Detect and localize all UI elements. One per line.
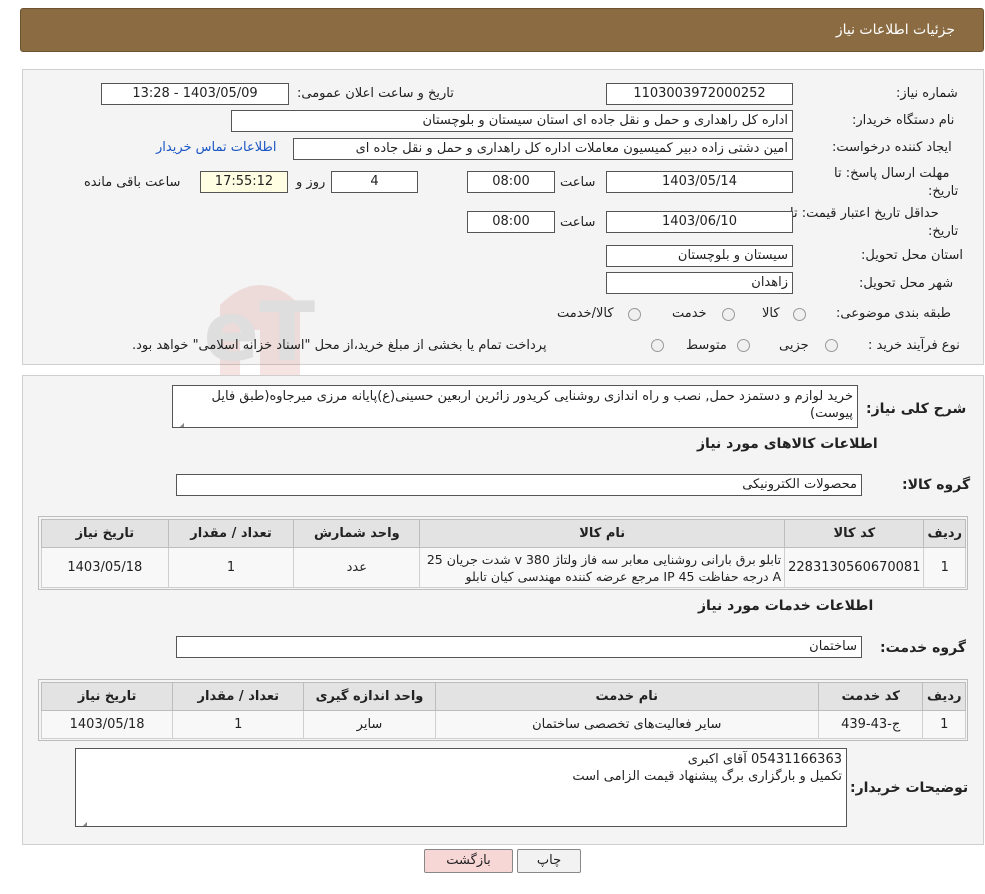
services-cell-date: 1403/05/18 <box>40 710 174 739</box>
services-cell-row: 1 <box>922 710 966 739</box>
city-field: زاهدان <box>606 272 793 294</box>
services-col-row: ردیف <box>922 682 966 711</box>
goods-group-field: محصولات الکترونیکی <box>176 474 862 496</box>
announce-label: تاریخ و ساعت اعلان عمومی: <box>297 86 454 101</box>
goods-section-title: اطلاعات کالاهای مورد نیاز <box>697 436 878 452</box>
validity-time-field: 08:00 <box>467 211 555 233</box>
goods-col-name: نام کالا <box>419 519 786 548</box>
services-cell-code: ج-43-439 <box>817 710 924 739</box>
buyer-org-field: اداره کل راهداری و حمل و نقل جاده ای است… <box>231 110 793 132</box>
buyer-contact-link[interactable]: اطلاعات تماس خریدار <box>156 140 276 155</box>
process-minor-radio[interactable] <box>825 339 838 352</box>
goods-cell-code: 2283130560670081 <box>784 547 925 588</box>
deadline-date-field: 1403/05/14 <box>606 171 793 193</box>
buyer-notes-line1: 05431166363 آقای اکبری <box>687 752 842 767</box>
table-row: 1 ج-43-439 سایر فعالیت‌های تخصصی ساختمان… <box>40 710 966 739</box>
table-row: 1 2283130560670081 تابلو برق بارانی روشن… <box>41 547 966 588</box>
city-label: شهر محل تحویل: <box>859 276 954 291</box>
print-button[interactable]: چاپ <box>517 849 581 873</box>
category-service-radio[interactable] <box>722 308 735 321</box>
goods-cell-name: تابلو برق بارانی روشنایی معابر سه فاز ول… <box>419 547 786 588</box>
days-remaining-field: 4 <box>331 171 418 193</box>
goods-cell-date: 1403/05/18 <box>41 547 169 588</box>
services-cell-name: سایر فعالیت‌های تخصصی ساختمان <box>434 710 819 739</box>
treasury-note: پرداخت تمام یا بخشی از مبلغ خرید،از محل … <box>132 338 547 353</box>
category-goods-service-label: کالا/خدمت <box>557 306 614 321</box>
summary-textarea[interactable]: خرید لوازم و دستمزد حمل, نصب و راه انداز… <box>172 385 858 428</box>
need-number-label: شماره نیاز: <box>896 86 958 101</box>
goods-col-row: ردیف <box>923 519 966 548</box>
resize-handle-icon[interactable]: ◢ <box>175 417 184 427</box>
category-goods-label: کالا <box>762 306 780 321</box>
resize-handle-icon[interactable]: ◢ <box>78 816 87 826</box>
services-group-label: گروه خدمت: <box>880 640 966 656</box>
creator-field: امین دشتی زاده دبیر کمیسیون معاملات ادار… <box>293 138 793 160</box>
need-number-field: 1103003972000252 <box>606 83 793 105</box>
remaining-time-label: ساعت باقی مانده <box>84 175 181 190</box>
services-col-date: تاریخ نیاز <box>40 682 174 711</box>
services-col-name: نام خدمت <box>434 682 819 711</box>
page-header: جزئیات اطلاعات نیاز <box>20 8 984 52</box>
summary-text: خرید لوازم و دستمزد حمل, نصب و راه انداز… <box>211 389 853 421</box>
creator-label: ایجاد کننده درخواست: <box>832 140 952 155</box>
category-goods-radio[interactable] <box>793 308 806 321</box>
deadline-date-label: تاریخ: <box>928 184 959 199</box>
buyer-notes-textarea[interactable]: 05431166363 آقای اکبری تکمیل و بارگزاری … <box>75 748 847 827</box>
process-medium-label: متوسط <box>686 338 727 353</box>
process-minor-label: جزیی <box>779 338 809 353</box>
goods-col-qty: تعداد / مقدار <box>167 519 295 548</box>
buyer-org-label: نام دستگاه خریدار: <box>852 113 955 128</box>
province-label: استان محل تحویل: <box>861 248 963 263</box>
services-col-qty: تعداد / مقدار <box>172 682 305 711</box>
deadline-label: مهلت ارسال پاسخ: تا <box>834 166 950 181</box>
goods-col-code: کد کالا <box>784 519 925 548</box>
process-medium-radio[interactable] <box>737 339 750 352</box>
days-label: روز و <box>296 175 326 190</box>
services-cell-qty: 1 <box>172 710 305 739</box>
services-table: ردیف کد خدمت نام خدمت واحد اندازه گیری ت… <box>40 682 966 739</box>
category-label: طبقه بندی موضوعی: <box>836 306 952 321</box>
deadline-time-field: 08:00 <box>467 171 555 193</box>
treasury-checkbox[interactable] <box>651 339 664 352</box>
summary-label: شرح کلی نیاز: <box>866 401 967 417</box>
services-cell-unit: سایر <box>303 710 436 739</box>
goods-col-unit: واحد شمارش <box>293 519 421 548</box>
validity-label: حداقل تاریخ اعتبار قیمت: تا <box>790 206 939 221</box>
announce-datetime-field: 1403/05/09 - 13:28 <box>101 83 289 105</box>
goods-cell-unit: عدد <box>293 547 421 588</box>
goods-col-date: تاریخ نیاز <box>41 519 169 548</box>
services-section-title: اطلاعات خدمات مورد نیاز <box>698 598 874 614</box>
remaining-time-field: 17:55:12 <box>200 171 288 193</box>
services-col-unit: واحد اندازه گیری <box>303 682 436 711</box>
validity-time-label: ساعت <box>560 215 596 230</box>
goods-group-label: گروه کالا: <box>902 477 971 493</box>
goods-cell-row: 1 <box>923 547 966 588</box>
buyer-notes-line2: تکمیل و بارگزاری برگ پیشنهاد قیمت الزامی… <box>572 769 842 784</box>
back-button[interactable]: بازگشت <box>424 849 513 873</box>
services-group-field: ساختمان <box>176 636 862 658</box>
process-label: نوع فرآیند خرید : <box>868 338 960 353</box>
goods-table: ردیف کد کالا نام کالا واحد شمارش تعداد /… <box>41 519 966 588</box>
services-col-code: کد خدمت <box>817 682 924 711</box>
category-service-label: خدمت <box>672 306 707 321</box>
page-title: جزئیات اطلاعات نیاز <box>835 22 955 38</box>
province-field: سیستان و بلوچستان <box>606 245 793 267</box>
buyer-notes-label: توضیحات خریدار: <box>850 780 969 796</box>
validity-date-label: تاریخ: <box>928 224 959 239</box>
deadline-time-label: ساعت <box>560 175 596 190</box>
validity-date-field: 1403/06/10 <box>606 211 793 233</box>
goods-cell-qty: 1 <box>167 547 295 588</box>
category-goods-service-radio[interactable] <box>628 308 641 321</box>
